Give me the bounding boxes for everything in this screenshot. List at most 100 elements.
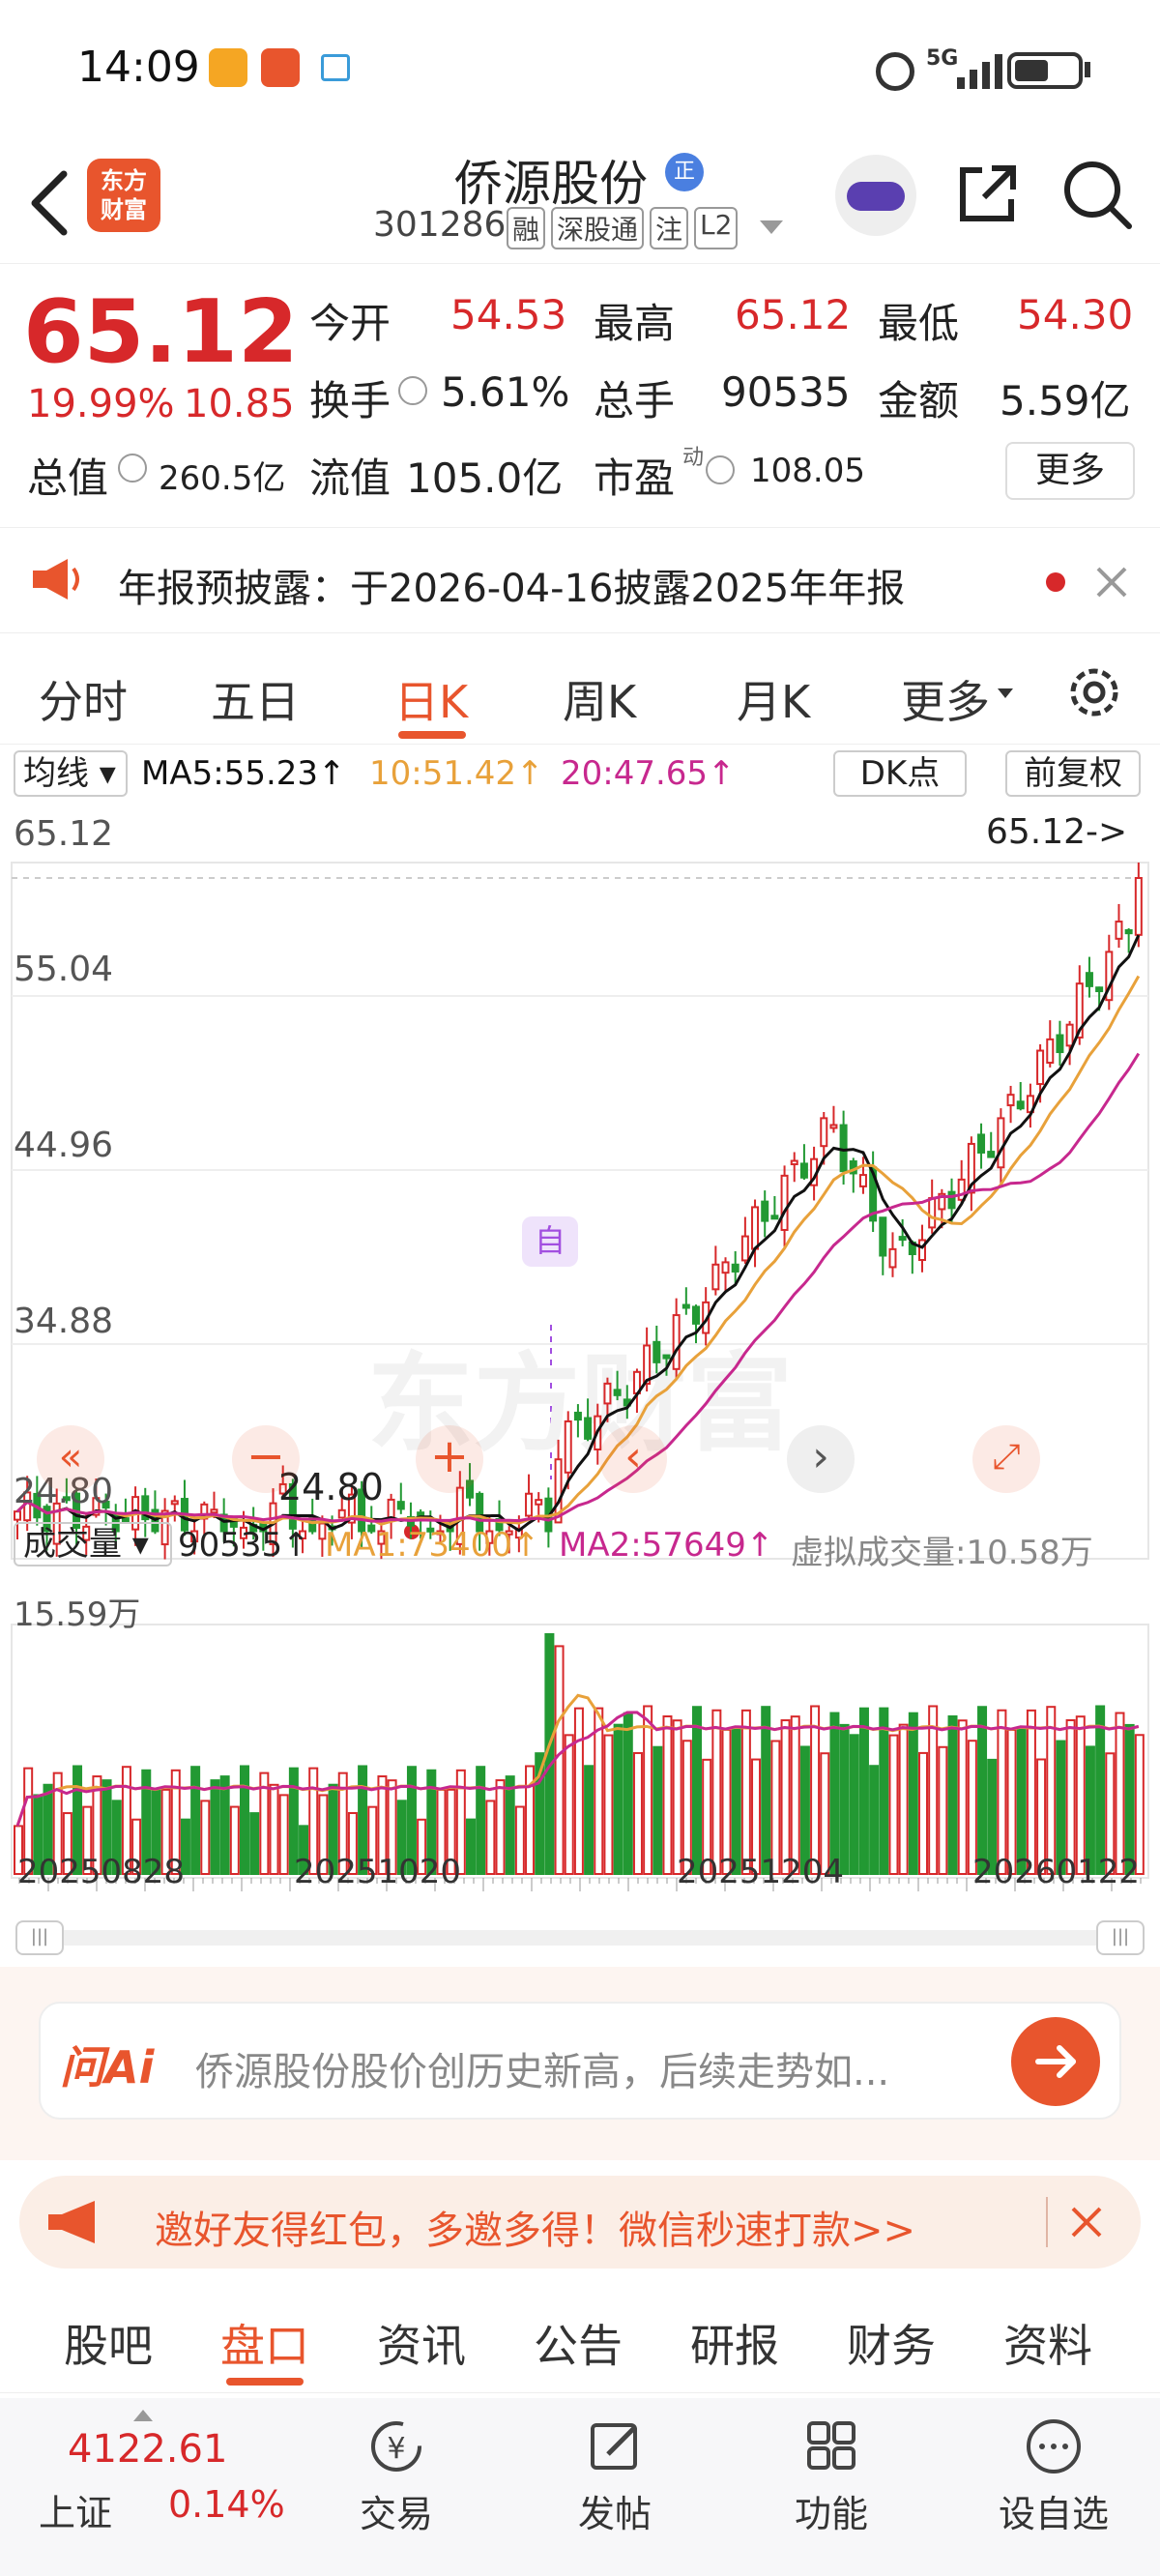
- dock-add-watchlist[interactable]: 设自选: [976, 2417, 1131, 2537]
- volume-bar: [692, 1706, 702, 1876]
- tab-intraday[interactable]: 分时: [39, 667, 128, 731]
- info-icon[interactable]: [118, 454, 147, 483]
- volume-bar: [632, 1751, 643, 1875]
- dock-functions[interactable]: 功能: [754, 2417, 909, 2537]
- candle-body: [987, 1151, 996, 1158]
- ask-ai-bar[interactable]: 问Ai 侨源股份股价创历史新高，后续走势如...: [39, 2002, 1121, 2120]
- candle-body: [1095, 986, 1104, 993]
- tab-announcements[interactable]: 公告: [534, 2311, 623, 2375]
- tab-profile[interactable]: 资料: [1003, 2311, 1092, 2375]
- chevron-left-icon[interactable]: ‹: [599, 1425, 667, 1493]
- invite-text: 邀好友得红包，多邀多得！微信秒速打款>>: [155, 2209, 916, 2253]
- candle-body: [613, 1389, 622, 1396]
- change-percent: 19.99%: [27, 382, 175, 426]
- dock-trade[interactable]: ¥ 交易: [319, 2417, 474, 2537]
- volume-bar: [780, 1719, 791, 1876]
- search-icon[interactable]: [1061, 159, 1133, 230]
- volume-bar: [839, 1723, 850, 1876]
- chart-canvas[interactable]: 东方财富: [0, 803, 1160, 1905]
- volume-bar: [249, 1812, 260, 1875]
- tab-weekly-k[interactable]: 周K: [563, 667, 636, 731]
- dock-add-watchlist-label: 设自选: [998, 2493, 1109, 2535]
- zoom-out-icon[interactable]: «: [37, 1425, 104, 1493]
- tab-guba[interactable]: 股吧: [64, 2311, 153, 2375]
- volume-selector[interactable]: 成交量 ▾: [14, 1522, 172, 1566]
- market-cap-label: 总值: [27, 454, 109, 502]
- invite-banner[interactable]: 邀好友得红包，多邀多得！微信秒速打款>>: [19, 2176, 1141, 2269]
- volume-bar: [829, 1712, 840, 1875]
- tab-pankou[interactable]: 盘口: [220, 2311, 309, 2375]
- volume-bar: [938, 1745, 948, 1875]
- low-value: 54.30: [1017, 291, 1134, 338]
- candle-body: [820, 1117, 828, 1148]
- candle-body: [740, 1235, 749, 1262]
- tab-research[interactable]: 研报: [690, 2311, 779, 2375]
- tab-finance[interactable]: 财务: [847, 2311, 936, 2375]
- candle-body: [947, 1190, 956, 1210]
- plus-icon[interactable]: +: [416, 1425, 483, 1493]
- dock-post[interactable]: 发帖: [537, 2417, 692, 2537]
- gear-icon[interactable]: [1063, 661, 1125, 723]
- more-button[interactable]: 更多: [1005, 442, 1135, 500]
- self-select-marker[interactable]: 自: [522, 1216, 578, 1267]
- volume-bar: [977, 1706, 988, 1875]
- tab-five-day[interactable]: 五日: [211, 667, 300, 731]
- alarm-icon: [876, 52, 914, 91]
- turnover-value: 5.61%: [441, 368, 570, 416]
- active-tab-indicator: [398, 731, 466, 739]
- tab-daily-k[interactable]: 日K: [394, 667, 468, 731]
- dock-trade-label: 交易: [359, 2493, 433, 2535]
- volume-bar: [957, 1719, 968, 1875]
- dk-point-button[interactable]: DK点: [833, 750, 967, 797]
- volume-bar: [623, 1712, 633, 1875]
- kline-chart[interactable]: 均线 ▾ MA5:55.23↑ 10:51.42↑ 20:47.65↑ DK点 …: [0, 745, 1160, 1955]
- notice-bar[interactable]: 年报预披露：于2026-04-16披露2025年年报: [0, 527, 1160, 633]
- close-icon[interactable]: [1067, 2203, 1106, 2241]
- candle-body: [761, 1200, 769, 1222]
- expand-icon[interactable]: ⤢: [972, 1425, 1040, 1493]
- price-axis-label: 55.04: [14, 950, 114, 989]
- low-label: 最低: [878, 300, 960, 347]
- ma-selector[interactable]: 均线 ▾: [14, 750, 128, 797]
- divider: [1046, 2197, 1048, 2247]
- dock-functions-label: 功能: [794, 2493, 868, 2535]
- volume-bar: [603, 1734, 614, 1875]
- chevron-up-icon[interactable]: [133, 2410, 153, 2421]
- index-value[interactable]: 4122.61: [68, 2427, 227, 2472]
- info-icon[interactable]: [706, 455, 735, 484]
- ai-assistant-avatar[interactable]: [835, 155, 916, 236]
- tag: L2: [694, 207, 739, 249]
- active-tab-indicator: [226, 2378, 304, 2386]
- candle-body: [977, 1133, 986, 1154]
- minus-icon[interactable]: −: [232, 1425, 300, 1493]
- info-icon[interactable]: [398, 376, 427, 405]
- arrow-right-icon[interactable]: [1011, 2017, 1100, 2106]
- quote-panel: 65.12 19.99% 10.85 今开 54.53 最高 65.12 最低 …: [0, 263, 1160, 522]
- volume-bar: [858, 1707, 869, 1875]
- share-icon[interactable]: [953, 161, 1021, 228]
- chevron-right-icon[interactable]: ›: [787, 1425, 855, 1493]
- tab-monthly-k[interactable]: 月K: [737, 667, 810, 731]
- candle-body: [721, 1261, 730, 1274]
- change-amount: 10.85: [184, 382, 295, 426]
- app-logo[interactable]: 东方 财富: [87, 159, 160, 232]
- tab-more[interactable]: 更多: [901, 667, 990, 731]
- back-icon[interactable]: [21, 164, 79, 242]
- volume-bar: [1026, 1709, 1036, 1875]
- chart-scrollbar[interactable]: ||| |||: [15, 1920, 1145, 1955]
- index-percent: 0.14%: [168, 2483, 285, 2526]
- dock-post-label: 发帖: [577, 2493, 652, 2535]
- volume-value: 90535↑: [178, 1526, 310, 1565]
- close-icon[interactable]: [1092, 563, 1131, 601]
- chevron-down-icon[interactable]: [760, 220, 783, 234]
- signal-icon: [957, 50, 1015, 89]
- tab-news[interactable]: 资讯: [377, 2311, 466, 2375]
- candle-body: [584, 1417, 593, 1440]
- price-axis-label: 34.88: [14, 1302, 114, 1341]
- candle-body: [170, 1500, 179, 1506]
- ma20-label: 20:47.65↑: [561, 754, 736, 793]
- candle-body: [1115, 921, 1123, 940]
- volume-bar: [790, 1715, 800, 1875]
- period-tabs: 分时 五日 日K 周K 月K 更多: [0, 638, 1160, 745]
- adjust-button[interactable]: 前复权: [1005, 750, 1141, 797]
